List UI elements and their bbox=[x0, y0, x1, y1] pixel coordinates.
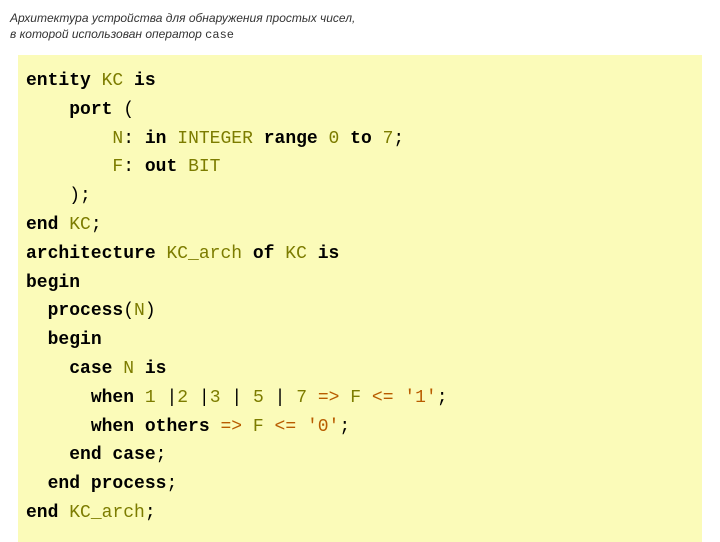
str-1: '1' bbox=[404, 388, 436, 408]
num-0: 0 bbox=[329, 129, 340, 149]
code-block: entity KC is port ( N: in INTEGER range … bbox=[18, 55, 702, 542]
semi-3: ; bbox=[91, 215, 102, 235]
id-entity-name: KC bbox=[102, 71, 124, 91]
pipe-1: | bbox=[166, 388, 177, 408]
kw-begin-1: begin bbox=[26, 273, 80, 293]
num-7: 7 bbox=[383, 129, 394, 149]
kw-is-2: is bbox=[318, 244, 340, 264]
kw-out: out bbox=[145, 157, 177, 177]
num-v3: 3 bbox=[210, 388, 221, 408]
kw-end-case: end case bbox=[69, 445, 155, 465]
pipe-3: | bbox=[231, 388, 242, 408]
id-arch-name: KC_arch bbox=[166, 244, 242, 264]
semi-1: ; bbox=[393, 129, 404, 149]
kw-in: in bbox=[145, 129, 167, 149]
colon-2: : bbox=[123, 157, 134, 177]
proc-open: ( bbox=[123, 301, 134, 321]
id-n: N bbox=[112, 129, 123, 149]
kw-process: process bbox=[48, 301, 124, 321]
kw-is-3: is bbox=[145, 359, 167, 379]
caption: Архитектура устройства для обнаружения п… bbox=[10, 10, 355, 43]
caption-line-2-prefix: в которой использован оператор bbox=[10, 27, 205, 41]
num-v2: 2 bbox=[177, 388, 188, 408]
kw-architecture: architecture bbox=[26, 244, 156, 264]
pipe-4: | bbox=[275, 388, 286, 408]
num-v5: 5 bbox=[253, 388, 264, 408]
id-kc-end: KC bbox=[69, 215, 91, 235]
semi-7: ; bbox=[166, 474, 177, 494]
id-n-case: N bbox=[123, 359, 134, 379]
str-0: '0' bbox=[307, 417, 339, 437]
semi-6: ; bbox=[156, 445, 167, 465]
kw-when-2: when bbox=[91, 417, 134, 437]
id-arch-end: KC_arch bbox=[69, 503, 145, 523]
num-v1: 1 bbox=[145, 388, 156, 408]
semi-8: ; bbox=[145, 503, 156, 523]
kw-end-1: end bbox=[26, 215, 58, 235]
kw-is-1: is bbox=[134, 71, 156, 91]
op-assign-1: <= bbox=[372, 388, 394, 408]
kw-begin-2: begin bbox=[48, 330, 102, 350]
num-v7: 7 bbox=[296, 388, 307, 408]
kw-others: others bbox=[145, 417, 210, 437]
semi-4: ; bbox=[437, 388, 448, 408]
kw-end-2: end bbox=[26, 503, 58, 523]
op-arrow-1: => bbox=[318, 388, 340, 408]
ty-integer: INTEGER bbox=[177, 129, 253, 149]
kw-entity: entity bbox=[26, 71, 91, 91]
proc-close: ) bbox=[145, 301, 156, 321]
id-kc-of: KC bbox=[285, 244, 307, 264]
op-assign-2: <= bbox=[275, 417, 297, 437]
kw-of: of bbox=[253, 244, 275, 264]
id-f: F bbox=[112, 157, 123, 177]
semi-5: ; bbox=[339, 417, 350, 437]
kw-case: case bbox=[69, 359, 112, 379]
caption-line-1: Архитектура устройства для обнаружения п… bbox=[10, 11, 355, 25]
semi-2: ; bbox=[80, 186, 91, 206]
op-arrow-2: => bbox=[220, 417, 242, 437]
kw-port: port bbox=[69, 100, 112, 120]
id-n-proc: N bbox=[134, 301, 145, 321]
caption-line-2-mono: case bbox=[205, 28, 234, 42]
id-f-1: F bbox=[350, 388, 361, 408]
ty-bit: BIT bbox=[188, 157, 220, 177]
kw-end-process: end process bbox=[48, 474, 167, 494]
pipe-2: | bbox=[199, 388, 210, 408]
close-paren: ) bbox=[69, 186, 80, 206]
kw-when-1: when bbox=[91, 388, 134, 408]
open-paren: ( bbox=[123, 100, 134, 120]
colon-1: : bbox=[123, 129, 134, 149]
kw-range: range bbox=[264, 129, 318, 149]
id-f-2: F bbox=[253, 417, 264, 437]
kw-to: to bbox=[350, 129, 372, 149]
